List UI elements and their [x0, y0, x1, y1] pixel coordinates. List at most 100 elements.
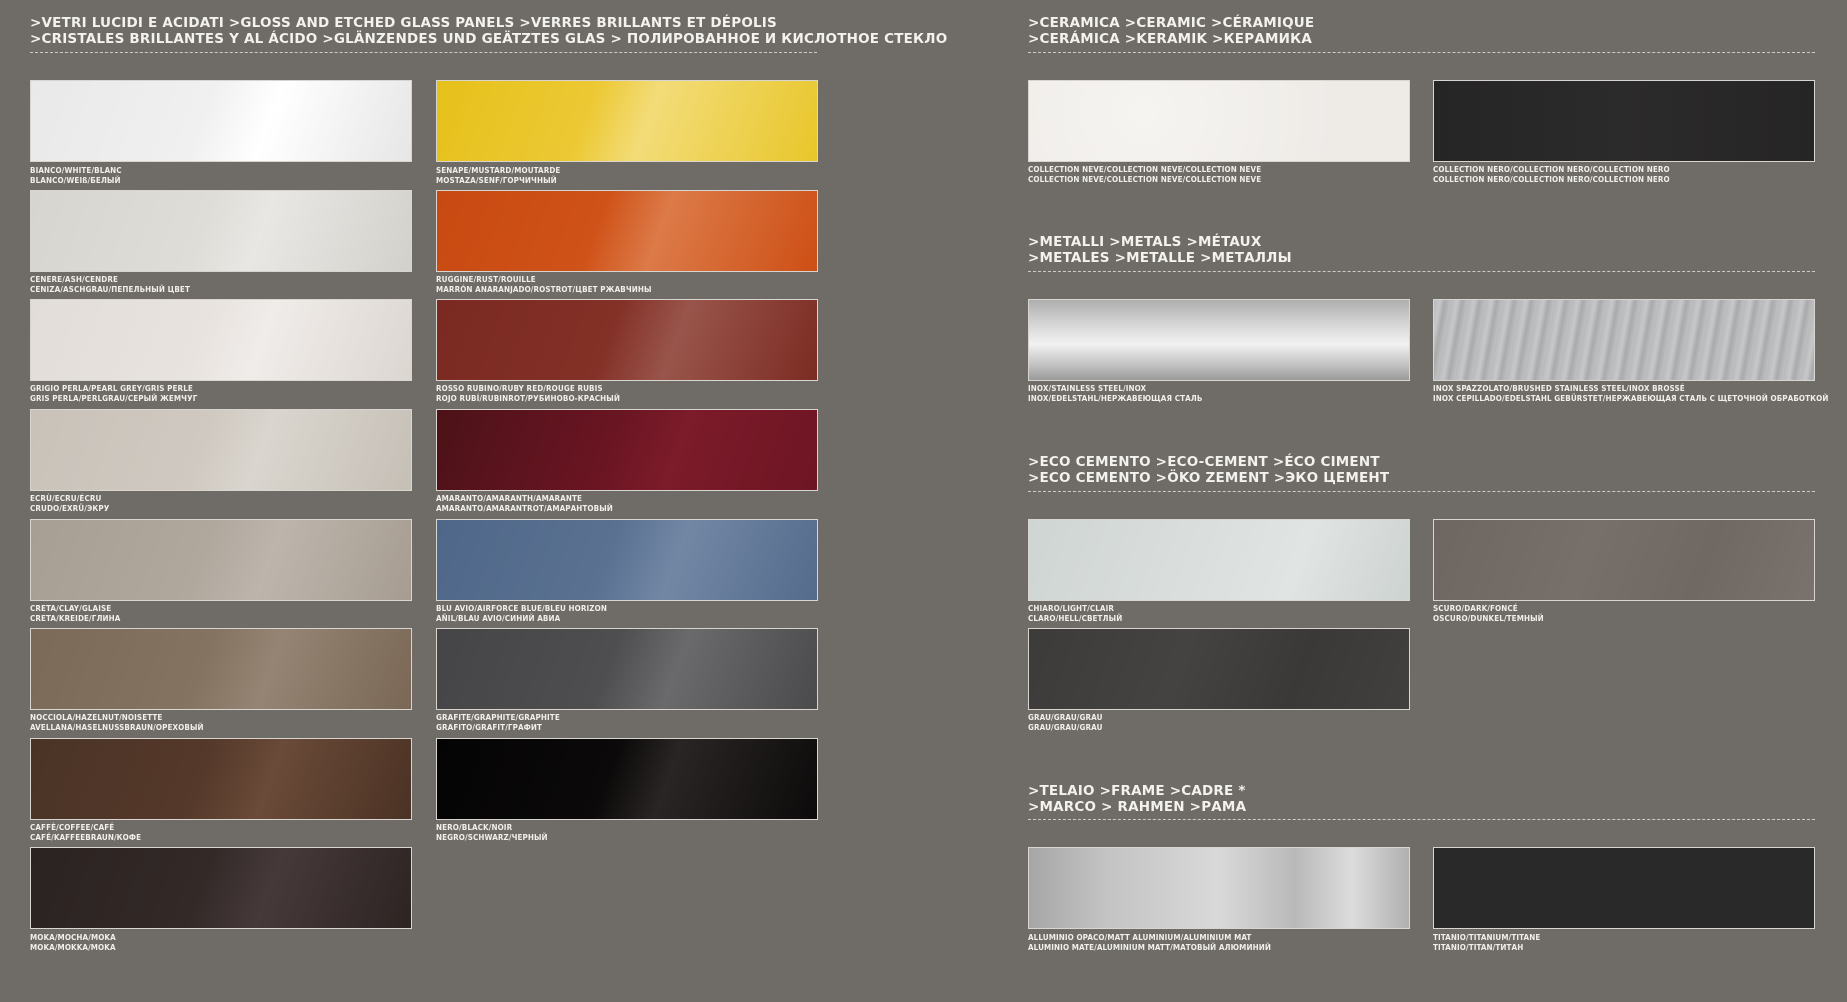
- caption-ecru: ECRÙ/ECRU/ÉCRU CRUDO/EXRÜ/ЭКРУ: [30, 494, 109, 514]
- caption-line: ROSSO RUBINO/RUBY RED/ROUGE RUBIS: [436, 384, 603, 393]
- caption-line: AMARANTO/AMARANTROT/АМАРАНТОВЫЙ: [436, 504, 613, 513]
- swatch-moka[interactable]: [30, 847, 412, 929]
- caption-grau: GRAU/GRAU/GRAU GRAU/GRAU/GRAU: [1028, 713, 1103, 733]
- caption-senape: SENAPE/MUSTARD/MOUTARDE MOSTAZA/SENF/ГОР…: [436, 166, 560, 186]
- caption-line: INOX/STAINLESS STEEL/INOX: [1028, 384, 1147, 393]
- caption-ruggine: RUGGINE/RUST/ROUILLE MARRÓN ANARANJADO/R…: [436, 275, 652, 295]
- caption-line: ALUMINIO MATE/ALUMINIUM MATT/МАТОВЫЙ АЛЮ…: [1028, 943, 1271, 952]
- swatch-senape[interactable]: [436, 80, 818, 162]
- caption-line: AVELLANA/HASELNUSSBRAUN/ОРЕХОВЫЙ: [30, 723, 204, 732]
- caption-nero: NERO/BLACK/NOIR NEGRO/SCHWARZ/ЧЕРНЫЙ: [436, 823, 548, 843]
- swatch-alluminio-opaco[interactable]: [1028, 847, 1410, 929]
- caption-line: MOKA/MOCHA/MOKA: [30, 933, 116, 942]
- caption-scuro: SCURO/DARK/FONCÉ OSCURO/DUNKEL/ТЕМНЫЙ: [1433, 604, 1544, 624]
- swatch-collection-neve[interactable]: [1028, 80, 1410, 162]
- caption-line: NEGRO/SCHWARZ/ЧЕРНЫЙ: [436, 833, 548, 842]
- frame-heading: >TELAIO >FRAME >CADRE * >MARCO > RAHMEN …: [1028, 783, 1246, 815]
- caption-line: NOCCIOLA/HAZELNUT/NOISETTE: [30, 713, 163, 722]
- caption-line: MOSTAZA/SENF/ГОРЧИЧНЫЙ: [436, 176, 557, 185]
- swatch-caffe[interactable]: [30, 738, 412, 820]
- caption-line: BIANCO/WHITE/BLANC: [30, 166, 122, 175]
- swatch-blu-avio[interactable]: [436, 519, 818, 601]
- glass-heading-line2: >CRISTALES BRILLANTES Y AL ÁCIDO >GLÄNZE…: [30, 31, 948, 47]
- caption-line: COLLECTION NEVE/COLLECTION NEVE/COLLECTI…: [1028, 175, 1262, 184]
- caption-creta: CRETA/CLAY/GLAISE CRETA/KREIDE/ГЛИНА: [30, 604, 120, 624]
- caption-blu-avio: BLU AVIO/AIRFORCE BLUE/BLEU HORIZON AÑIL…: [436, 604, 607, 624]
- caption-grafite: GRAFITE/GRAPHITE/GRAPHITE GRAFITO/GRAFIT…: [436, 713, 560, 733]
- caption-line: CHIARO/LIGHT/CLAIR: [1028, 604, 1115, 613]
- caption-line: OSCURO/DUNKEL/ТЕМНЫЙ: [1433, 614, 1544, 623]
- swatch-nocciola[interactable]: [30, 628, 412, 710]
- caption-inox-spazzolato: INOX SPAZZOLATO/BRUSHED STAINLESS STEEL/…: [1433, 384, 1828, 404]
- swatch-bianco[interactable]: [30, 80, 412, 162]
- caption-line: ECRÙ/ECRU/ÉCRU: [30, 494, 102, 503]
- frame-heading-rule: [1028, 819, 1815, 820]
- caption-line: SENAPE/MUSTARD/MOUTARDE: [436, 166, 561, 175]
- caption-chiaro: CHIARO/LIGHT/CLAIR CLARO/HELL/СВЕТЛЫЙ: [1028, 604, 1122, 624]
- caption-line: CRETA/KREIDE/ГЛИНА: [30, 614, 121, 623]
- glass-heading: >VETRI LUCIDI E ACIDATI >GLOSS AND ETCHE…: [30, 15, 947, 47]
- caption-line: AÑIL/BLAU AVIO/СИНИЙ АВИА: [436, 614, 561, 623]
- metals-heading-line2: >METALES >METALLE >МЕТАЛЛЫ: [1028, 250, 1292, 266]
- caption-line: COLLECTION NEVE/COLLECTION NEVE/COLLECTI…: [1028, 165, 1262, 174]
- ceramic-heading: >CERAMICA >CERAMIC >CÉRAMIQUE >CERÁMICA …: [1028, 15, 1314, 47]
- swatch-collection-nero[interactable]: [1433, 80, 1815, 162]
- caption-moka: MOKA/MOCHA/MOKA MOKA/MOKKA/MOKA: [30, 933, 116, 953]
- swatch-grafite[interactable]: [436, 628, 818, 710]
- caption-line: GRIS PERLA/PERLGRAU/СЕРЫЙ ЖЕМЧУГ: [30, 394, 198, 403]
- swatch-nero[interactable]: [436, 738, 818, 820]
- caption-line: CAFÉ/KAFFEEBRAUN/КОФЕ: [30, 833, 142, 842]
- swatch-scuro[interactable]: [1433, 519, 1815, 601]
- caption-titanio: TITANIO/TITANIUM/TITANE TITANIO/TITAN/ТИ…: [1433, 933, 1540, 953]
- swatch-cenere[interactable]: [30, 190, 412, 272]
- caption-amaranto: AMARANTO/AMARANTH/AMARANTE AMARANTO/AMAR…: [436, 494, 613, 514]
- ceramic-heading-line2: >CERÁMICA >KERAMIK >КЕРАМИКА: [1028, 31, 1312, 47]
- caption-collection-neve: COLLECTION NEVE/COLLECTION NEVE/COLLECTI…: [1028, 165, 1261, 185]
- caption-line: GRAFITO/GRAFIT/ГРАФИТ: [436, 723, 543, 732]
- swatch-amaranto[interactable]: [436, 409, 818, 491]
- caption-line: RUGGINE/RUST/ROUILLE: [436, 275, 536, 284]
- swatch-creta[interactable]: [30, 519, 412, 601]
- caption-line: COLLECTION NERO/COLLECTION NERO/COLLECTI…: [1433, 165, 1670, 174]
- swatch-rosso-rubino[interactable]: [436, 299, 818, 381]
- caption-line: NERO/BLACK/NOIR: [436, 823, 513, 832]
- metals-heading-rule: [1028, 271, 1815, 272]
- caption-line: INOX/EDELSTAHL/НЕРЖАВЕЮЩАЯ СТАЛЬ: [1028, 394, 1203, 403]
- caption-line: CLARO/HELL/СВЕТЛЫЙ: [1028, 614, 1123, 623]
- swatch-inox[interactable]: [1028, 299, 1410, 381]
- eco-heading: >ECO CEMENTO >ECO-CEMENT >ÉCO CIMENT >EC…: [1028, 454, 1389, 486]
- caption-line: GRIGIO PERLA/PEARL GREY/GRIS PERLE: [30, 384, 193, 393]
- eco-heading-rule: [1028, 491, 1815, 492]
- caption-line: INOX CEPILLADO/EDELSTAHL GEBÜRSTET/НЕРЖА…: [1433, 394, 1829, 403]
- caption-line: CRETA/CLAY/GLAISE: [30, 604, 112, 613]
- caption-line: GRAFITE/GRAPHITE/GRAPHITE: [436, 713, 560, 722]
- caption-inox: INOX/STAINLESS STEEL/INOX INOX/EDELSTAHL…: [1028, 384, 1202, 404]
- caption-line: CAFFÈ/COFFEE/CAFÉ: [30, 823, 115, 832]
- caption-line: SCURO/DARK/FONCÉ: [1433, 604, 1518, 613]
- swatch-grigio-perla[interactable]: [30, 299, 412, 381]
- caption-line: BLANCO/WEIß/БЕЛЫЙ: [30, 176, 121, 185]
- caption-grigio-perla: GRIGIO PERLA/PEARL GREY/GRIS PERLE GRIS …: [30, 384, 197, 404]
- glass-heading-rule: [30, 52, 817, 53]
- caption-line: GRAU/GRAU/GRAU: [1028, 713, 1103, 722]
- glass-heading-line1: >VETRI LUCIDI E ACIDATI >GLOSS AND ETCHE…: [30, 15, 777, 31]
- ceramic-heading-rule: [1028, 52, 1815, 53]
- ceramic-heading-line1: >CERAMICA >CERAMIC >CÉRAMIQUE: [1028, 15, 1315, 31]
- swatch-chiaro[interactable]: [1028, 519, 1410, 601]
- caption-line: ROJO RUBÍ/RUBINROT/РУБИНОВО-КРАСНЫЙ: [436, 394, 620, 403]
- caption-line: CRUDO/EXRÜ/ЭКРУ: [30, 504, 110, 513]
- caption-rosso-rubino: ROSSO RUBINO/RUBY RED/ROUGE RUBIS ROJO R…: [436, 384, 620, 404]
- swatch-ruggine[interactable]: [436, 190, 818, 272]
- caption-cenere: CENERE/ASH/CENDRE CENIZA/ASCHGRAU/ПЕПЕЛЬ…: [30, 275, 190, 295]
- metals-heading-line1: >METALLI >METALS >MÉTAUX: [1028, 234, 1262, 250]
- swatch-ecru[interactable]: [30, 409, 412, 491]
- caption-line: MOKA/MOKKA/MOKA: [30, 943, 116, 952]
- metals-heading: >METALLI >METALS >MÉTAUX >METALES >METAL…: [1028, 234, 1292, 266]
- swatch-grau[interactable]: [1028, 628, 1410, 710]
- eco-heading-line2: >ECO CEMENTO >ÖKO ZEMENT >ЭКО ЦЕМЕНТ: [1028, 470, 1390, 486]
- caption-line: TITANIO/TITANIUM/TITANE: [1433, 933, 1541, 942]
- swatch-inox-spazzolato[interactable]: [1433, 299, 1815, 381]
- caption-line: COLLECTION NERO/COLLECTION NERO/COLLECTI…: [1433, 175, 1670, 184]
- caption-line: BLU AVIO/AIRFORCE BLUE/BLEU HORIZON: [436, 604, 607, 613]
- swatch-titanio[interactable]: [1433, 847, 1815, 929]
